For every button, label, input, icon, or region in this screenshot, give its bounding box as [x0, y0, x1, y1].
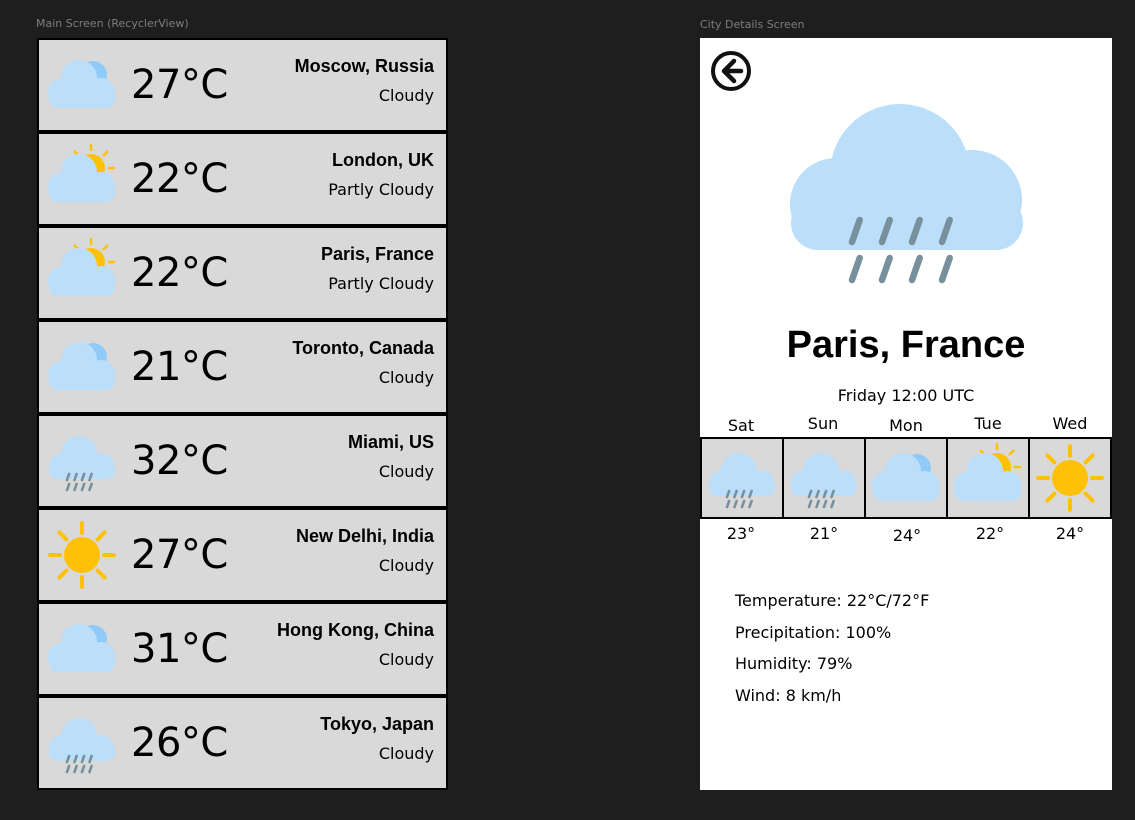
- city-temperature: 27°C: [131, 62, 228, 108]
- forecast-cell-sat[interactable]: [702, 439, 782, 517]
- city-row-new-delhi[interactable]: 27°C New Delhi, India Cloudy: [39, 510, 446, 600]
- city-condition: Cloudy: [378, 462, 434, 481]
- forecast-day-label: Mon: [889, 416, 923, 435]
- city-name: Hong Kong, China: [277, 620, 434, 640]
- sun-icon: [1030, 441, 1110, 515]
- city-row-hong-kong[interactable]: 31°C Hong Kong, China Cloudy: [39, 604, 446, 694]
- city-row-tokyo[interactable]: 26°C Tokyo, Japan Cloudy: [39, 698, 446, 788]
- city-name: Miami, US: [347, 432, 434, 452]
- partly-cloudy-icon: [43, 236, 121, 310]
- rain-cloud-icon: [784, 441, 864, 515]
- cloudy-icon: [866, 441, 946, 515]
- back-arrow-icon: [711, 51, 751, 91]
- forecast-cell-tue[interactable]: [948, 439, 1028, 517]
- city-condition: Partly Cloudy: [328, 180, 434, 199]
- city-condition: Cloudy: [378, 86, 434, 105]
- city-temperature: 21°C: [131, 344, 228, 390]
- city-row-miami[interactable]: 32°C Miami, US Cloudy: [39, 416, 446, 506]
- forecast-day-label: Sat: [727, 416, 755, 435]
- city-temperature: 26°C: [131, 720, 228, 766]
- city-name: New Delhi, India: [295, 526, 434, 546]
- cloudy-icon: [43, 612, 121, 686]
- city-temperature: 27°C: [131, 532, 228, 578]
- forecast-temp: 22°: [975, 524, 1005, 543]
- city-name: Moscow, Russia: [294, 56, 434, 76]
- city-list[interactable]: 27°C Moscow, Russia Cloudy 22°C London, …: [37, 38, 448, 790]
- city-name: Toronto, Canada: [292, 338, 434, 358]
- partly-cloudy-icon: [43, 142, 121, 216]
- city-condition: Cloudy: [378, 556, 434, 575]
- rain-cloud-icon: [43, 706, 121, 780]
- cloudy-icon: [43, 48, 121, 122]
- detail-city-name: Paris, France: [786, 324, 1026, 366]
- stat-humidity: Humidity: 79%: [735, 654, 853, 673]
- stat-temperature: Temperature: 22°C/72°F: [735, 591, 930, 610]
- sun-icon: [43, 518, 121, 592]
- forecast-strip: [700, 437, 1112, 519]
- city-row-moscow[interactable]: 27°C Moscow, Russia Cloudy: [39, 40, 446, 130]
- city-condition: Cloudy: [378, 368, 434, 387]
- forecast-temp: 23°: [726, 524, 756, 543]
- main-screen-frame-label: Main Screen (RecyclerView): [36, 17, 189, 30]
- city-row-paris[interactable]: 22°C Paris, France Partly Cloudy: [39, 228, 446, 318]
- cloudy-icon: [43, 330, 121, 404]
- city-condition: Cloudy: [378, 744, 434, 763]
- rain-cloud-icon: [786, 96, 1026, 292]
- city-temperature: 31°C: [131, 626, 228, 672]
- forecast-day-label: Tue: [974, 414, 1002, 433]
- forecast-cell-wed[interactable]: [1030, 439, 1110, 517]
- forecast-temp: 24°: [892, 526, 922, 545]
- forecast-cell-mon[interactable]: [866, 439, 946, 517]
- rain-cloud-icon: [43, 424, 121, 498]
- partly-cloudy-icon: [948, 441, 1028, 515]
- city-temperature: 32°C: [131, 438, 228, 484]
- rain-cloud-icon: [702, 441, 782, 515]
- forecast-day-label: Sun: [807, 414, 839, 433]
- forecast-day-label: Wed: [1052, 414, 1088, 433]
- stat-wind: Wind: 8 km/h: [735, 685, 842, 705]
- city-condition: Cloudy: [378, 650, 434, 669]
- city-details-screen: Paris, France Friday 12:00 UTC Sat Sun M…: [700, 38, 1112, 790]
- city-condition: Partly Cloudy: [328, 274, 434, 293]
- forecast-cell-sun[interactable]: [784, 439, 864, 517]
- detail-time: Friday 12:00 UTC: [837, 386, 975, 405]
- city-temperature: 22°C: [131, 250, 228, 296]
- city-name: Tokyo, Japan: [320, 714, 434, 734]
- forecast-temp: 24°: [1055, 524, 1085, 543]
- city-name: Paris, France: [320, 244, 434, 264]
- detail-screen-frame-label: City Details Screen: [700, 18, 805, 31]
- city-name: London, UK: [332, 150, 434, 170]
- city-temperature: 22°C: [131, 156, 228, 202]
- city-row-toronto[interactable]: 21°C Toronto, Canada Cloudy: [39, 322, 446, 412]
- back-button[interactable]: [710, 50, 752, 92]
- stat-precipitation: Precipitation: 100%: [735, 622, 892, 642]
- weather-stats: Temperature: 22°C/72°F Precipitation: 10…: [735, 591, 929, 717]
- city-row-london[interactable]: 22°C London, UK Partly Cloudy: [39, 134, 446, 224]
- forecast-temp: 21°: [809, 524, 839, 543]
